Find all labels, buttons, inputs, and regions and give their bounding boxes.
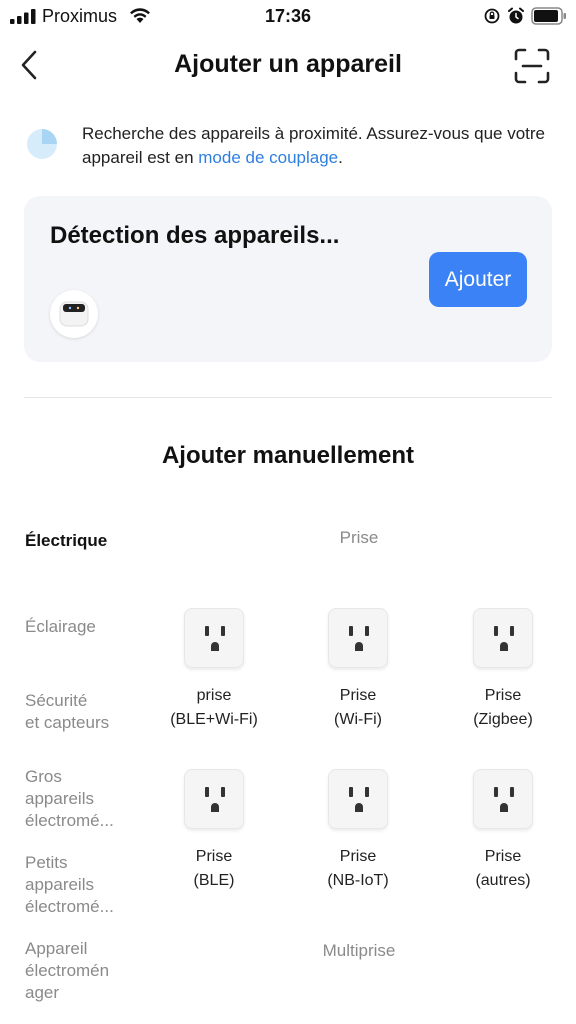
product-name: Prise (Wi-Fi) <box>334 687 382 728</box>
scan-icon[interactable] <box>510 46 554 86</box>
outlet-icon <box>328 769 388 829</box>
status-bar: Proximus 17:36 <box>0 0 576 34</box>
detected-device-thumbnail[interactable] <box>50 290 98 338</box>
outlet-icon <box>473 608 533 668</box>
radar-search-icon <box>27 129 57 159</box>
category-large-appliances[interactable]: Gros appareils électromé... <box>25 766 145 832</box>
section-label-multiprise: Multiprise <box>322 941 396 960</box>
alarm-icon <box>508 7 524 24</box>
detection-card: Détection des appareils... Ajouter <box>24 196 552 362</box>
battery-icon <box>531 7 566 25</box>
hub-device-icon <box>59 301 89 327</box>
product-name: Prise (autres) <box>475 848 531 889</box>
orientation-lock-icon <box>484 8 500 24</box>
product-name: Prise (BLE) <box>193 848 235 889</box>
category-lighting[interactable]: Éclairage <box>25 616 145 638</box>
outlet-icon <box>473 769 533 829</box>
search-info-period: . <box>338 148 343 167</box>
product-name: prise (BLE+Wi-Fi) <box>170 687 258 728</box>
outlet-icon <box>328 608 388 668</box>
page-title: Ajouter un appareil <box>174 50 402 78</box>
add-device-button[interactable]: Ajouter <box>429 252 527 307</box>
category-small-appliances[interactable]: Petits appareils électromé... <box>25 852 145 918</box>
product-name: Prise (NB-IoT) <box>327 848 389 889</box>
category-appliance[interactable]: Appareil électromén ager <box>25 938 145 1004</box>
divider <box>24 397 552 398</box>
manual-add-title: Ajouter manuellement <box>161 442 415 469</box>
detection-title: Détection des appareils... <box>50 222 340 249</box>
category-security-sensors[interactable]: Sécurité et capteurs <box>25 690 145 734</box>
search-info: Recherche des appareils à proximité. Ass… <box>24 120 552 172</box>
search-info-text: Recherche des appareils à proximité. Ass… <box>82 122 552 170</box>
section-label-prise: Prise <box>339 528 379 547</box>
outlet-icon <box>184 608 244 668</box>
pairing-mode-link[interactable]: mode de couplage <box>198 148 338 167</box>
product-name: Prise (Zigbee) <box>473 687 533 728</box>
nav-header: Ajouter un appareil <box>0 34 576 96</box>
outlet-icon <box>184 769 244 829</box>
category-electrical[interactable]: Électrique <box>25 530 145 552</box>
